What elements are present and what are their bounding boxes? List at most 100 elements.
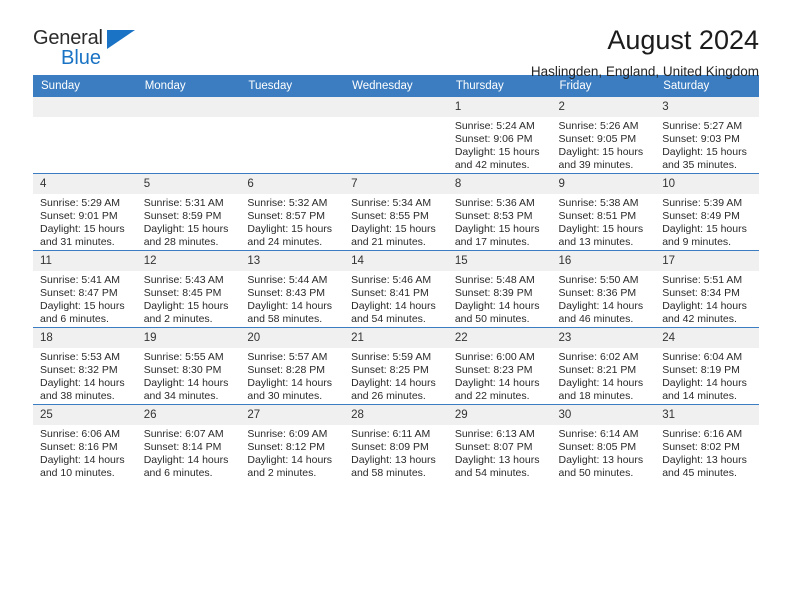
day-number: 11 [33, 251, 137, 272]
daylight-line-2: and 2 minutes. [143, 312, 213, 325]
calendar-day-cell[interactable]: 9 Sunrise: 5:38 AM Sunset: 8:51 PM Daylight… [551, 173, 656, 251]
calendar-day-cell[interactable]: 28 Sunrise: 6:11 AM Sunset: 8:09 PM Dayligh… [344, 404, 448, 481]
calendar-day-cell[interactable]: 1 Sunrise: 5:24 AM Sunset: 9:06 PM Daylight… [447, 97, 552, 174]
sunrise-time: Sunrise: 5:57 AM [247, 351, 328, 364]
calendar-day-cell[interactable]: 23 Sunrise: 6:02 AM Sunset: 8:21 PM Dayligh… [551, 327, 656, 405]
daylight-line-2: and 28 minutes. [143, 235, 219, 248]
calendar-day-cell[interactable]: 8 Sunrise: 5:36 AM Sunset: 8:53 PM Daylight… [447, 173, 552, 251]
day-number: 22 [447, 328, 552, 349]
sunrise-time: Sunrise: 5:51 AM [662, 274, 743, 287]
calendar-body: 1 Sunrise: 5:24 AM Sunset: 9:06 PM Daylight… [33, 97, 759, 481]
sunset-time: Sunset: 8:16 PM [40, 441, 118, 454]
sunrise-time: Sunrise: 5:48 AM [454, 274, 535, 287]
calendar-day-cell[interactable]: 20 Sunrise: 5:57 AM Sunset: 8:28 PM Dayligh… [240, 327, 345, 405]
day-sun-info: Sunrise: 5:27 AM Sunset: 9:03 PM Daylight:… [655, 117, 759, 171]
day-sun-info: Sunrise: 5:26 AM Sunset: 9:05 PM Daylight:… [552, 117, 656, 171]
daylight-line-1: Daylight: 14 hours [351, 299, 436, 312]
calendar-day-cell[interactable]: 22 Sunrise: 6:00 AM Sunset: 8:23 PM Dayligh… [447, 327, 552, 405]
daylight-line-2: and 54 minutes. [454, 466, 530, 479]
day-sun-info: Sunrise: 6:16 AM Sunset: 8:02 PM Daylight:… [655, 425, 759, 479]
calendar-day-cell[interactable]: 12 Sunrise: 5:43 AM Sunset: 8:45 PM Dayligh… [136, 250, 241, 328]
calendar-day-cell[interactable]: 16 Sunrise: 5:50 AM Sunset: 8:36 PM Dayligh… [551, 250, 656, 328]
day-sun-info: Sunrise: 5:36 AM Sunset: 8:53 PM Daylight:… [448, 194, 552, 248]
general-blue-logo[interactable]: General Blue [33, 26, 153, 72]
sunset-time: Sunset: 8:51 PM [558, 210, 637, 223]
calendar-week-row: 4 Sunrise: 5:29 AM Sunset: 9:01 PM Daylight… [33, 173, 759, 251]
sunset-time: Sunset: 8:28 PM [247, 364, 326, 377]
daylight-line-1: Daylight: 14 hours [247, 299, 333, 312]
day-number: 27 [240, 405, 345, 426]
calendar-day-cell[interactable]: 18 Sunrise: 5:53 AM Sunset: 8:32 PM Dayligh… [33, 327, 137, 405]
sunrise-time: Sunrise: 6:13 AM [454, 428, 535, 441]
sunset-time: Sunset: 8:21 PM [558, 364, 637, 377]
logo-text-general: General [33, 27, 103, 49]
sunset-time: Sunset: 8:32 PM [40, 364, 118, 377]
day-number [33, 97, 137, 118]
day-number: 2 [551, 97, 656, 118]
daylight-line-1: Daylight: 13 hours [558, 453, 644, 466]
weekday-header-sunday: Sunday [33, 75, 137, 97]
daylight-line-1: Daylight: 13 hours [351, 453, 436, 466]
sunset-time: Sunset: 8:47 PM [40, 287, 118, 300]
sunrise-time: Sunrise: 5:39 AM [662, 197, 743, 210]
daylight-line-2: and 21 minutes. [351, 235, 426, 248]
daylight-line-2: and 14 minutes. [662, 389, 737, 402]
calendar-day-cell[interactable]: 5 Sunrise: 5:31 AM Sunset: 8:59 PM Daylight… [136, 173, 241, 251]
calendar-day-cell[interactable]: 10 Sunrise: 5:39 AM Sunset: 8:49 PM Dayligh… [655, 173, 759, 251]
day-sun-info: Sunrise: 5:46 AM Sunset: 8:41 PM Daylight:… [344, 271, 448, 325]
daylight-line-2: and 17 minutes. [454, 235, 530, 248]
calendar-day-cell[interactable]: 15 Sunrise: 5:48 AM Sunset: 8:39 PM Dayligh… [447, 250, 552, 328]
day-sun-info: Sunrise: 5:31 AM Sunset: 8:59 PM Daylight:… [137, 194, 241, 248]
sunset-time: Sunset: 8:39 PM [454, 287, 533, 300]
calendar-day-cell-empty [33, 97, 137, 174]
day-sun-info: Sunrise: 5:59 AM Sunset: 8:25 PM Daylight:… [344, 348, 448, 402]
calendar-day-cell[interactable]: 11 Sunrise: 5:41 AM Sunset: 8:47 PM Dayligh… [33, 250, 137, 328]
day-number: 15 [447, 251, 552, 272]
calendar-day-cell[interactable]: 7 Sunrise: 5:34 AM Sunset: 8:55 PM Daylight… [344, 173, 448, 251]
daylight-line-2: and 42 minutes. [454, 158, 530, 171]
day-number: 23 [551, 328, 656, 349]
daylight-line-1: Daylight: 14 hours [662, 299, 747, 312]
calendar-day-cell[interactable]: 30 Sunrise: 6:14 AM Sunset: 8:05 PM Dayligh… [551, 404, 656, 481]
calendar-day-cell[interactable]: 24 Sunrise: 6:04 AM Sunset: 8:19 PM Dayligh… [655, 327, 759, 405]
day-number: 20 [240, 328, 345, 349]
sunrise-time: Sunrise: 6:14 AM [558, 428, 639, 441]
calendar-day-cell[interactable]: 17 Sunrise: 5:51 AM Sunset: 8:34 PM Dayligh… [655, 250, 759, 328]
daylight-line-1: Daylight: 14 hours [247, 453, 333, 466]
day-number [240, 97, 345, 118]
sunrise-time: Sunrise: 5:55 AM [143, 351, 224, 364]
daylight-line-2: and 38 minutes. [40, 389, 115, 402]
calendar-day-cell[interactable]: 27 Sunrise: 6:09 AM Sunset: 8:12 PM Dayligh… [240, 404, 345, 481]
sunset-time: Sunset: 8:45 PM [143, 287, 222, 300]
day-sun-info: Sunrise: 6:09 AM Sunset: 8:12 PM Daylight:… [240, 425, 344, 479]
calendar-day-cell[interactable]: 19 Sunrise: 5:55 AM Sunset: 8:30 PM Dayligh… [136, 327, 241, 405]
calendar-day-cell[interactable]: 14 Sunrise: 5:46 AM Sunset: 8:41 PM Dayligh… [344, 250, 448, 328]
day-number: 31 [655, 405, 759, 426]
sunset-time: Sunset: 8:19 PM [662, 364, 740, 377]
calendar-day-cell[interactable]: 6 Sunrise: 5:32 AM Sunset: 8:57 PM Daylight… [240, 173, 345, 251]
calendar-day-cell[interactable]: 25 Sunrise: 6:06 AM Sunset: 8:16 PM Dayligh… [33, 404, 137, 481]
daylight-line-2: and 39 minutes. [558, 158, 634, 171]
daylight-line-1: Daylight: 13 hours [454, 453, 540, 466]
calendar-day-cell[interactable]: 29 Sunrise: 6:13 AM Sunset: 8:07 PM Dayligh… [447, 404, 552, 481]
calendar-day-cell[interactable]: 13 Sunrise: 5:44 AM Sunset: 8:43 PM Dayligh… [240, 250, 345, 328]
sunset-time: Sunset: 8:36 PM [558, 287, 637, 300]
day-sun-info: Sunrise: 5:39 AM Sunset: 8:49 PM Daylight:… [655, 194, 759, 248]
sunrise-time: Sunrise: 5:59 AM [351, 351, 432, 364]
day-number: 16 [551, 251, 656, 272]
day-sun-info: Sunrise: 6:00 AM Sunset: 8:23 PM Daylight:… [448, 348, 552, 402]
daylight-line-1: Daylight: 15 hours [454, 145, 540, 158]
calendar-day-cell[interactable]: 21 Sunrise: 5:59 AM Sunset: 8:25 PM Dayligh… [344, 327, 448, 405]
day-sun-info: Sunrise: 5:48 AM Sunset: 8:39 PM Daylight:… [448, 271, 552, 325]
calendar-day-cell[interactable]: 26 Sunrise: 6:07 AM Sunset: 8:14 PM Dayligh… [136, 404, 241, 481]
day-sun-info: Sunrise: 6:11 AM Sunset: 8:09 PM Daylight:… [344, 425, 448, 479]
sunset-time: Sunset: 8:57 PM [247, 210, 326, 223]
calendar-day-cell[interactable]: 4 Sunrise: 5:29 AM Sunset: 9:01 PM Daylight… [33, 173, 137, 251]
day-sun-info: Sunrise: 5:38 AM Sunset: 8:51 PM Daylight:… [552, 194, 656, 248]
calendar-day-cell[interactable]: 3 Sunrise: 5:27 AM Sunset: 9:03 PM Daylight… [655, 97, 759, 174]
calendar-day-cell[interactable]: 2 Sunrise: 5:26 AM Sunset: 9:05 PM Daylight… [551, 97, 656, 174]
calendar-day-cell[interactable]: 31 Sunrise: 6:16 AM Sunset: 8:02 PM Dayligh… [655, 404, 759, 481]
daylight-line-2: and 13 minutes. [558, 235, 634, 248]
day-sun-info: Sunrise: 6:13 AM Sunset: 8:07 PM Daylight:… [448, 425, 552, 479]
day-number: 3 [655, 97, 759, 118]
